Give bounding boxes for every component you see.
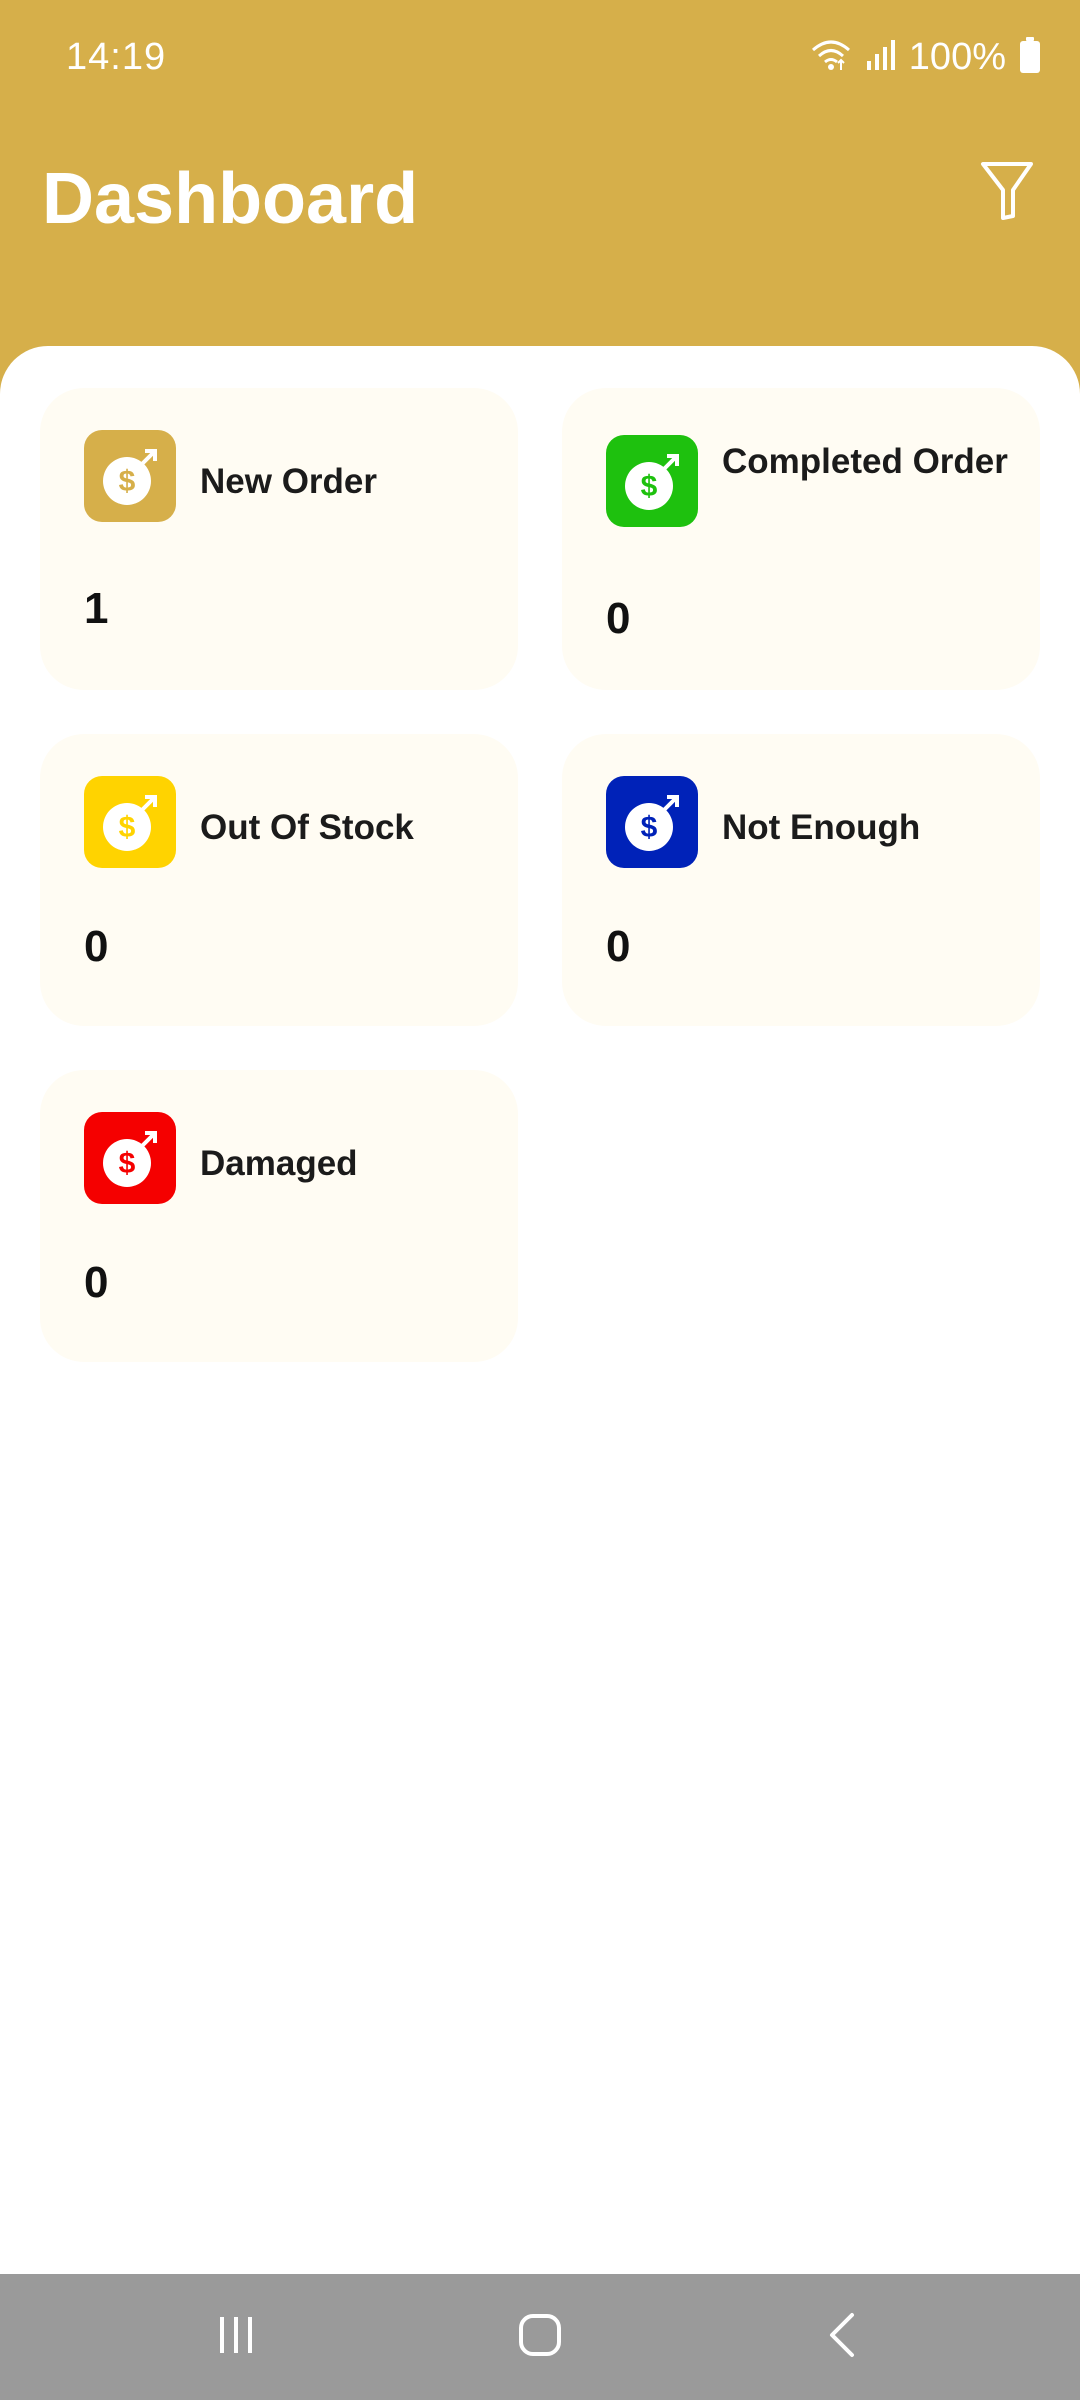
card-label: New Order bbox=[200, 462, 377, 501]
svg-text:$: $ bbox=[641, 811, 658, 844]
status-icons: 100% bbox=[811, 36, 1040, 79]
card-not-enough[interactable]: $ Not Enough 0 bbox=[562, 734, 1040, 1026]
card-out-of-stock[interactable]: $ Out Of Stock 0 bbox=[40, 734, 518, 1026]
card-label: Out Of Stock bbox=[200, 808, 414, 847]
recent-apps-icon bbox=[214, 2313, 258, 2362]
dashboard-screen: 14:19 100% Dashboard $ New Order 1 $ Com… bbox=[0, 0, 1080, 2400]
card-value: 0 bbox=[606, 594, 631, 643]
svg-text:$: $ bbox=[119, 1147, 136, 1180]
system-nav-bar bbox=[0, 2274, 1080, 2400]
card-value: 0 bbox=[84, 922, 109, 971]
card-damaged[interactable]: $ Damaged 0 bbox=[40, 1070, 518, 1362]
home-icon bbox=[517, 2312, 563, 2363]
dashboard-content: $ New Order 1 $ Completed Order 0 $ Out … bbox=[0, 346, 1080, 2274]
card-completed-order[interactable]: $ Completed Order 0 bbox=[562, 388, 1040, 690]
svg-text:$: $ bbox=[119, 811, 136, 844]
back-icon bbox=[824, 2311, 860, 2364]
money-bag-icon: $ bbox=[84, 776, 176, 868]
card-label: Not Enough bbox=[722, 808, 921, 847]
wifi-icon bbox=[811, 38, 851, 77]
svg-text:$: $ bbox=[641, 470, 658, 503]
svg-text:$: $ bbox=[119, 465, 136, 498]
status-bar: 14:19 100% bbox=[0, 0, 1080, 120]
card-label: Damaged bbox=[200, 1144, 358, 1183]
card-new-order[interactable]: $ New Order 1 bbox=[40, 388, 518, 690]
battery-percent: 100% bbox=[908, 36, 1006, 78]
card-label: Completed Order bbox=[722, 442, 1008, 481]
battery-icon bbox=[1020, 37, 1040, 78]
filter-icon bbox=[979, 160, 1035, 227]
card-value: 0 bbox=[84, 1258, 109, 1307]
money-bag-icon: $ bbox=[84, 1112, 176, 1204]
filter-button[interactable] bbox=[976, 160, 1038, 226]
signal-icon bbox=[865, 39, 895, 76]
page-title: Dashboard bbox=[42, 159, 419, 239]
money-bag-icon: $ bbox=[84, 430, 176, 522]
recent-apps-button[interactable] bbox=[196, 2304, 276, 2370]
card-value: 1 bbox=[84, 584, 109, 633]
money-bag-icon: $ bbox=[606, 435, 698, 527]
money-bag-icon: $ bbox=[606, 776, 698, 868]
status-time: 14:19 bbox=[66, 36, 167, 78]
home-button[interactable] bbox=[500, 2304, 580, 2370]
back-button[interactable] bbox=[802, 2304, 882, 2370]
card-value: 0 bbox=[606, 922, 631, 971]
